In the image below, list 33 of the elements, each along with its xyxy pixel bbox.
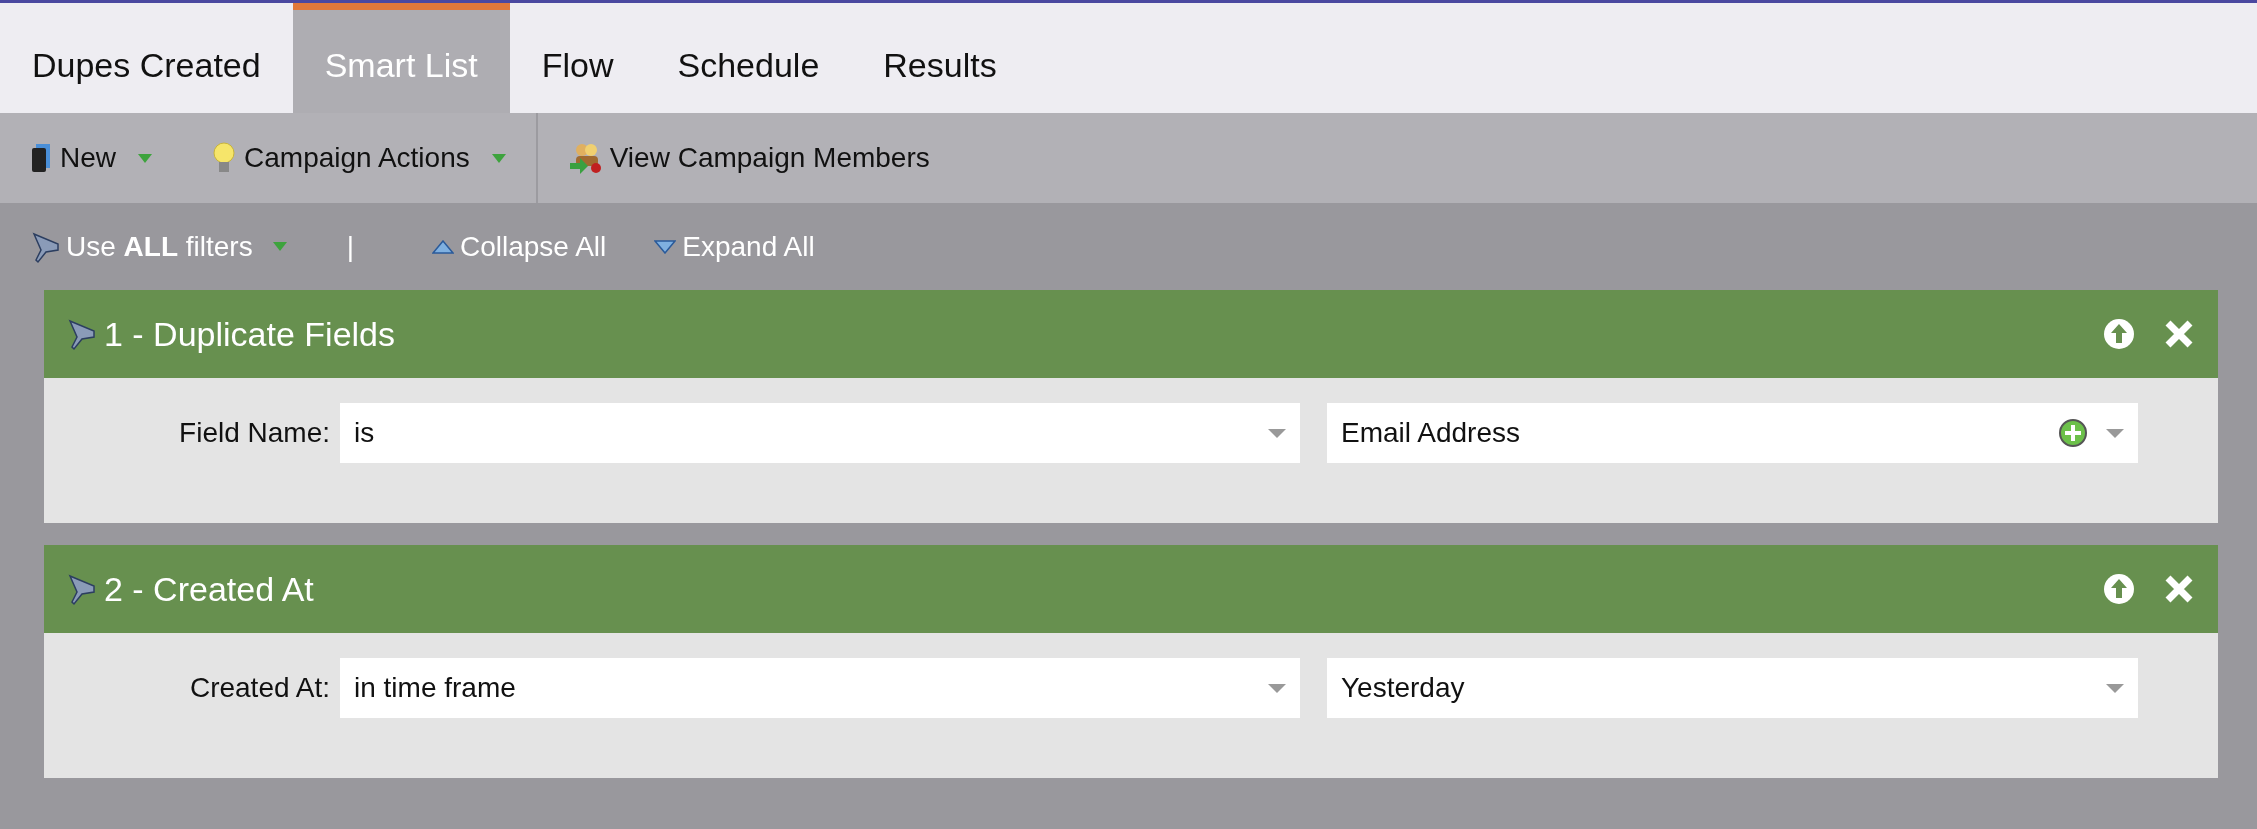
tab[interactable]: Dupes Created [0,3,293,113]
caret-icon [2106,683,2124,693]
caret-icon [1268,428,1286,438]
separator: | [346,229,354,264]
move-up-icon[interactable] [2102,572,2136,606]
caret-icon [1268,683,1286,693]
add-icon[interactable] [2058,418,2088,448]
dropdown-arrow-icon [272,242,287,251]
filter-title: 1 - Duplicate Fields [104,313,396,355]
tab[interactable]: Flow [509,3,646,113]
operator-select[interactable]: in time frame [340,658,1300,718]
funnel-icon [68,572,96,606]
people-icon [567,141,602,175]
book-icon [30,142,52,174]
triangle-down-icon [654,239,677,254]
operator-select[interactable]: is [340,403,1300,463]
move-up-icon[interactable] [2102,317,2136,351]
caret-icon [2106,428,2124,438]
filter-title: 2 - Created At [104,568,315,610]
tab[interactable]: Schedule [645,3,852,113]
toolbar-button[interactable]: Campaign Actions [182,113,536,203]
triangle-up-icon [432,239,454,254]
field-label: Field Name: [178,416,331,450]
close-icon[interactable] [2164,319,2194,349]
tab[interactable]: Results [851,3,1029,113]
close-icon[interactable] [2164,574,2194,604]
field-label: Created At: [188,671,331,705]
toolbar-button[interactable]: View Campaign Members [535,113,960,203]
toolbar-button[interactable]: New [0,113,182,203]
value-select[interactable]: Yesterday [1327,658,2138,718]
funnel-icon [68,317,96,351]
value-select[interactable]: Email Address [1327,403,2138,463]
lightbulb-icon [212,141,236,175]
